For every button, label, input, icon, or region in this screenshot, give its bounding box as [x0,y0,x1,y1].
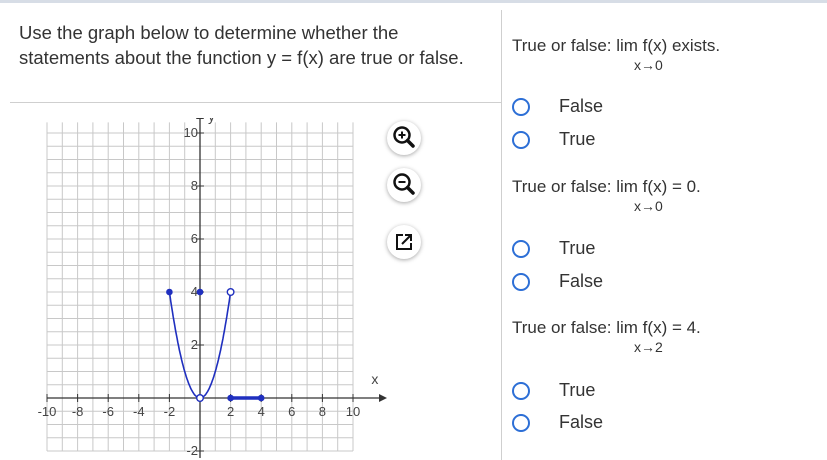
closed-point [257,394,265,402]
x-axis-label: x [371,371,378,387]
y-tick-label: 6 [191,231,198,246]
radio-button[interactable] [512,382,530,400]
question-2-text: True or false: lim f(x) = 0. [512,177,701,196]
x-tick-label: -4 [133,404,145,419]
open-point [195,394,204,403]
top-border [0,0,827,3]
y-axis-arrow [196,118,204,120]
x-tick-label: -10 [38,404,57,419]
y-axis-label: y [208,118,215,124]
closed-point [166,288,173,296]
closed-point [196,288,204,296]
popout-button[interactable] [387,225,421,259]
x-tick-label: 4 [258,404,265,419]
x-tick-label: 10 [346,404,360,419]
zoom-out-icon [393,173,415,195]
question-prompt: Use the graph below to determine whether… [19,22,464,68]
graph-labels: -10-8-6-4-2246810108642-2xy [38,118,379,458]
x-axis-arrow [379,394,388,402]
y-tick-label: 2 [191,337,198,352]
radio-button[interactable] [512,131,530,149]
x-tick-label: 6 [288,404,295,419]
radio-button[interactable] [512,98,530,116]
question-1: True or false: lim f(x) exists. x→0 [512,36,721,73]
option-label: False [559,96,604,116]
option-label: False [559,271,604,291]
graph-axes [46,118,388,458]
question-3-text: True or false: lim f(x) = 4. [512,318,701,337]
panel-divider [501,10,502,460]
zoom-out-button[interactable] [387,168,421,202]
x-tick-label: 2 [227,404,234,419]
question-3: True or false: lim f(x) = 4. x→2 [512,318,701,355]
y-tick-label: 10 [184,125,198,140]
popout-icon [396,234,412,250]
x-tick-label: -2 [164,404,176,419]
prompt-divider [10,102,502,103]
function-graph: -10-8-6-4-2246810108642-2xy [38,118,388,458]
y-tick-label: -2 [186,443,198,458]
option-label: False [559,412,604,432]
zoom-in-button[interactable] [387,121,421,155]
option-label: True [559,380,596,400]
closed-point [227,394,234,402]
radio-button[interactable] [512,414,530,432]
x-tick-label: -8 [72,404,84,419]
y-tick-label: 8 [191,178,198,193]
zoom-in-icon [393,126,415,148]
x-tick-label: 8 [319,404,326,419]
question-2-limit-sub: x→0 [634,198,663,214]
question-1-limit-sub: x→0 [634,57,663,73]
open-point [226,287,235,296]
radio-button[interactable] [512,240,530,258]
option-label: True [559,129,596,149]
option-label: True [559,238,596,258]
x-tick-label: -6 [102,404,114,419]
question-1-text: True or false: lim f(x) exists. [512,36,721,55]
radio-button[interactable] [512,273,530,291]
question-3-limit-sub: x→2 [634,339,663,355]
question-2: True or false: lim f(x) = 0. x→0 [512,177,701,214]
